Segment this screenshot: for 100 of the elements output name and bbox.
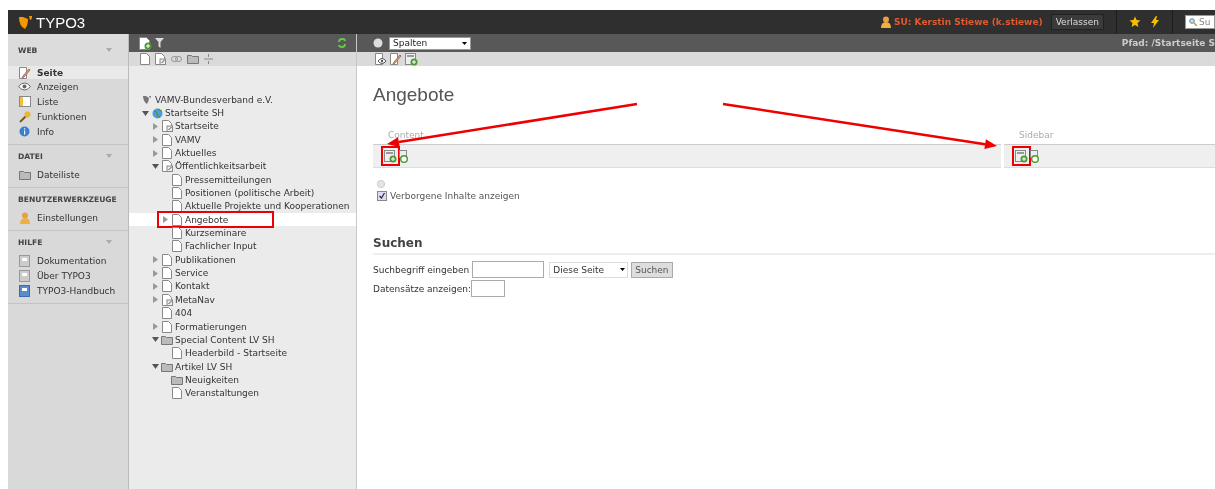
tree-item[interactable]: Service [175, 268, 209, 279]
info-icon [19, 126, 30, 137]
page-icon[interactable] [140, 53, 150, 65]
tree-item[interactable]: Angebote [185, 214, 229, 225]
module-item[interactable]: Info [8, 124, 128, 139]
collapsed-toggle-icon[interactable] [152, 269, 159, 277]
document-icon [19, 269, 30, 282]
page-icon [162, 253, 172, 266]
expanded-toggle-icon[interactable] [142, 109, 149, 117]
module-item[interactable]: Einstellungen [8, 210, 128, 225]
shortcut-page-icon[interactable] [155, 53, 166, 65]
module-item[interactable]: Dateiliste [8, 167, 128, 182]
tree-item[interactable]: Kontakt [175, 281, 210, 292]
divider-icon[interactable] [204, 54, 213, 64]
edit-page-icon [18, 66, 31, 79]
lightning-icon[interactable] [1150, 16, 1160, 28]
tree-item[interactable]: 404 [175, 308, 193, 319]
globe-icon [151, 107, 163, 119]
edit-page-icon[interactable] [390, 53, 402, 65]
records-field[interactable] [471, 280, 506, 297]
search-field[interactable] [472, 261, 545, 278]
page-icon [162, 280, 172, 293]
logo-text: TYPO3 [36, 13, 86, 31]
tree-item[interactable]: Veranstaltungen [185, 388, 260, 399]
shortcut-page-icon [161, 120, 173, 133]
module-item[interactable]: TYPO3-Handbuch [8, 283, 128, 298]
collapsed-toggle-icon[interactable] [152, 122, 159, 130]
tree-item[interactable]: MetaNav [175, 294, 215, 305]
collapsed-toggle-icon[interactable] [152, 283, 159, 290]
module-item[interactable]: Seite [8, 66, 128, 79]
tree-item[interactable]: Öffentlichkeitsarbeit [175, 161, 267, 172]
refresh-icon[interactable] [338, 38, 346, 48]
collapsed-toggle-icon[interactable] [152, 296, 159, 304]
user-icon [18, 211, 31, 224]
page-icon [162, 307, 172, 320]
tree-item[interactable]: Special Content LV SH [175, 334, 275, 345]
tree-item[interactable]: Aktuelles [175, 148, 217, 159]
caret-icon[interactable] [106, 48, 112, 52]
search-field[interactable]: Su [1185, 15, 1215, 29]
tree-item[interactable]: Artikel LV SH [175, 361, 233, 372]
star-icon[interactable] [1129, 16, 1141, 28]
new-content-icon[interactable] [405, 52, 418, 66]
caret-icon[interactable] [106, 154, 112, 158]
search-icon [1189, 18, 1197, 26]
help-icon[interactable] [373, 38, 383, 48]
tree-item[interactable]: Startseite SH [165, 108, 225, 118]
tree-item[interactable]: Startseite [175, 121, 219, 132]
scope-select[interactable]: Diese Seite [549, 261, 629, 278]
shortcut-page-icon [161, 293, 173, 306]
collapsed-toggle-icon[interactable] [152, 136, 159, 144]
wrench-icon [18, 110, 31, 123]
page-title: Angebote [373, 84, 456, 107]
page-icon [172, 173, 182, 186]
expanded-toggle-icon[interactable] [152, 336, 159, 344]
folder-icon [161, 361, 173, 372]
tree-item[interactable]: Headerbild - Startseite [185, 348, 287, 359]
view-select[interactable]: Spalten [389, 36, 471, 50]
expanded-toggle-icon[interactable] [152, 162, 159, 170]
module-item[interactable]: Funktionen [8, 109, 128, 124]
collapsed-toggle-icon[interactable] [152, 149, 159, 157]
search-button[interactable]: Suchen [631, 261, 673, 278]
module-item[interactable]: Dokumentation [8, 253, 128, 268]
checkbox-label: Verborgene Inhalte anzeigen [390, 191, 520, 201]
collapsed-toggle-icon[interactable] [152, 256, 159, 264]
paste-icon[interactable] [399, 149, 408, 163]
module-item[interactable]: Über TYPO3 [8, 268, 128, 283]
link-icon[interactable] [171, 56, 182, 62]
status-icon [377, 180, 385, 188]
page-icon [172, 227, 182, 240]
tree-item[interactable]: Neuigkeiten [185, 374, 239, 385]
caret-icon[interactable] [106, 240, 112, 244]
tree-item[interactable]: VAMV [175, 134, 201, 145]
document-icon [19, 254, 30, 267]
field-label: Datensätze anzeigen: [373, 283, 472, 294]
paste-icon[interactable] [1030, 149, 1039, 163]
tree-item[interactable]: Kurzseminare [185, 228, 247, 239]
tree-item[interactable]: Fachlicher Input [185, 241, 257, 252]
tree-item[interactable]: Positionen (politische Arbeit) [185, 188, 315, 199]
module-item[interactable]: Anzeigen [8, 79, 128, 94]
view-icon[interactable] [375, 53, 387, 65]
collapsed-toggle-icon[interactable] [152, 323, 159, 330]
filter-icon[interactable] [155, 38, 164, 48]
logo-icon[interactable] [18, 14, 33, 30]
collapsed-toggle-icon[interactable] [162, 216, 169, 224]
section-heading: Suchen [373, 236, 1215, 255]
folder-icon[interactable] [187, 54, 199, 64]
tree-item[interactable]: Formatierungen [175, 321, 247, 332]
tree-item[interactable]: Pressemitteilungen [185, 174, 272, 185]
expanded-toggle-icon[interactable] [152, 363, 159, 371]
page-icon [162, 267, 172, 280]
tree-item[interactable]: Publikationen [175, 254, 236, 265]
column-title: Sidebar [1018, 130, 1055, 142]
page-icon [162, 133, 172, 146]
tree-item[interactable]: VAMV-Bundesverband e.V. [155, 94, 273, 105]
shortcut-page-icon [161, 160, 173, 173]
new-page-icon[interactable] [139, 36, 152, 50]
module-item[interactable]: Liste [8, 94, 128, 109]
checkbox[interactable] [377, 191, 387, 201]
exit-button[interactable]: Verlassen [1050, 14, 1104, 30]
tree-item[interactable]: Aktuelle Projekte und Kooperationen [185, 201, 350, 212]
